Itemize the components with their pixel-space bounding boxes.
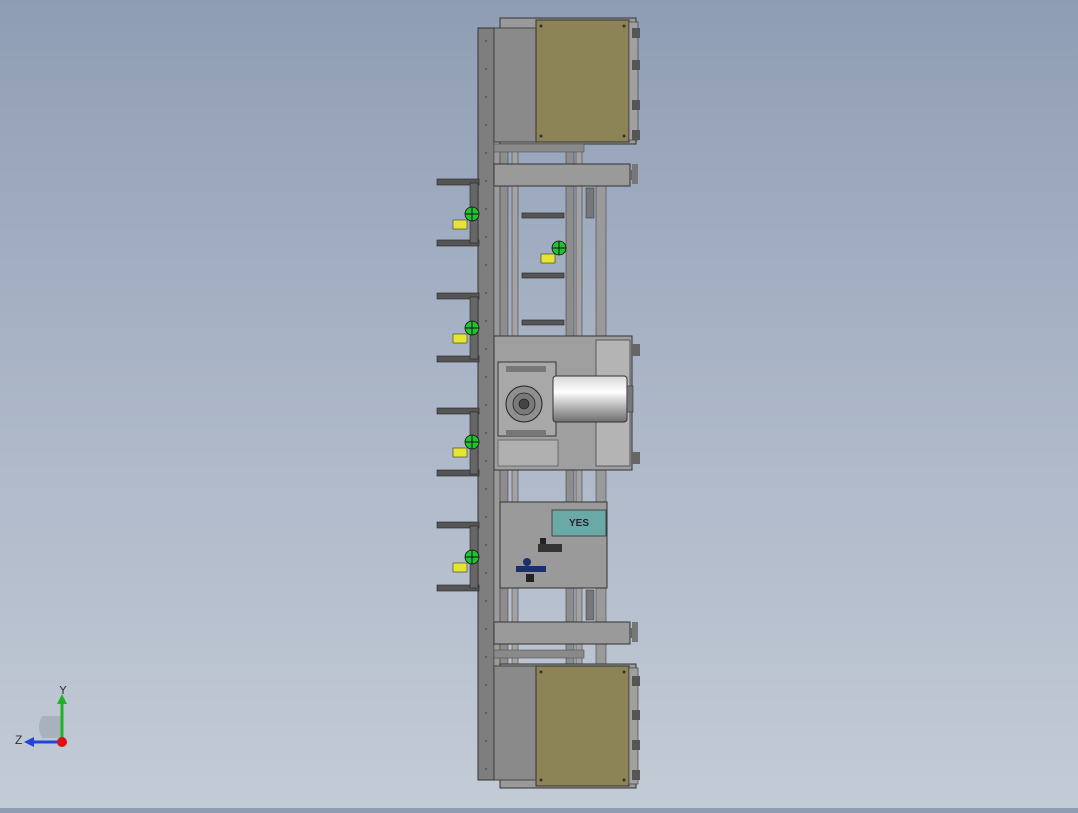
assembly-drawing: YES	[436, 17, 640, 789]
top-enclosure-panel	[535, 19, 630, 143]
motor	[552, 375, 628, 423]
triad-arc	[39, 716, 62, 738]
top-enclosure	[493, 17, 640, 145]
valve	[523, 558, 531, 566]
y-axis-label: Y	[59, 686, 67, 697]
bottom-enclosure-panel	[535, 665, 630, 787]
orientation-triad: Y Z	[15, 686, 67, 747]
upper-crossbeam	[493, 163, 631, 187]
drive-assembly	[493, 335, 640, 471]
x-axis-dot-icon	[57, 737, 67, 747]
cad-viewport[interactable]: YES Y Z	[0, 0, 1078, 808]
z-axis-label: Z	[15, 733, 22, 747]
bottom-enclosure	[493, 663, 640, 789]
z-axis-arrow-icon	[24, 737, 34, 747]
lower-crossbeam	[493, 621, 631, 645]
terminal-block	[538, 544, 562, 552]
control-panel-label: YES	[569, 518, 589, 529]
inner-bracket-2	[521, 319, 565, 326]
control-panel: YES	[499, 501, 608, 589]
sensor-2	[540, 240, 567, 264]
